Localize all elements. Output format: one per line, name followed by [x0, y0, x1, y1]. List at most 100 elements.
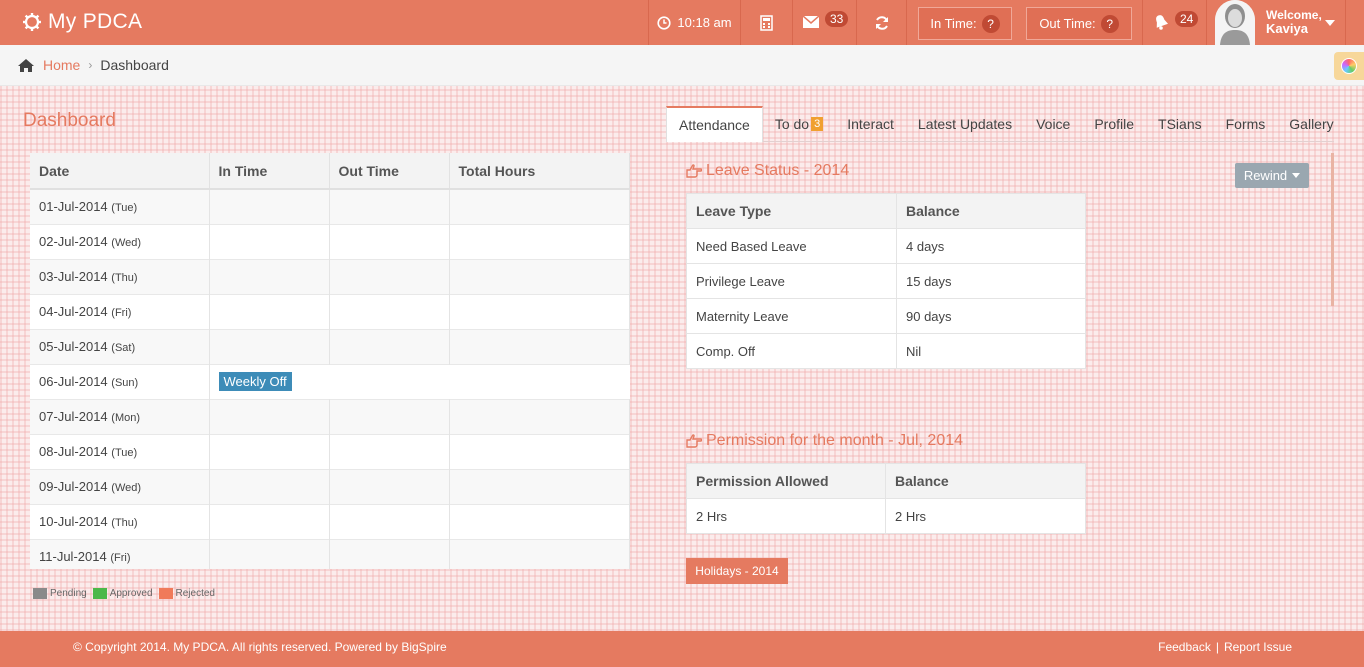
legend-swatch-rejected	[158, 588, 173, 599]
refresh-icon	[875, 15, 888, 30]
clock-time: 10:18 am	[677, 15, 732, 30]
holidays-button[interactable]: Holidays - 2014	[686, 558, 788, 584]
date-value: 05-Jul-2014	[39, 339, 108, 354]
in-time-cell	[209, 293, 330, 329]
weekly-off-label: Weekly Off	[218, 372, 292, 391]
tab-interact[interactable]: Interact	[835, 106, 906, 142]
notifications-button[interactable]: 24	[1142, 0, 1206, 45]
legend-label-pending: Pending	[50, 588, 87, 599]
out-time-cell	[329, 538, 450, 569]
brand-name: My PDCA	[48, 10, 143, 33]
total-hours-cell	[449, 433, 630, 469]
feedback-link[interactable]: Feedback	[1158, 640, 1211, 654]
leave-status-table: Leave Type Balance Need Based Leave 4 da…	[686, 193, 1086, 369]
date-value: 03-Jul-2014	[39, 269, 108, 284]
out-time-cell	[329, 433, 450, 469]
breadcrumb-home-link[interactable]: Home	[43, 57, 80, 73]
balance-cell: 4 days	[896, 228, 1086, 264]
tab-attendance[interactable]: Attendance	[666, 106, 763, 142]
rewind-dropdown-button[interactable]: Rewind	[1235, 163, 1309, 188]
table-row: Privilege Leave 15 days	[686, 263, 1086, 299]
leave-type-cell: Maternity Leave	[686, 298, 897, 334]
balance-cell: 2 Hrs	[885, 498, 1086, 534]
date-value: 04-Jul-2014	[39, 304, 108, 319]
in-time-cell	[209, 503, 330, 539]
out-time-button[interactable]: Out Time: ?	[1026, 7, 1132, 40]
in-time-button[interactable]: In Time: ?	[918, 7, 1012, 40]
in-time-cell	[209, 258, 330, 294]
permission-title: Permission for the month - Jul, 2014	[686, 432, 963, 450]
total-hours-cell	[449, 328, 630, 364]
table-row: 06-Jul-2014 (Sun) Weekly Off	[30, 363, 630, 399]
attendance-table-container[interactable]: Date In Time Out Time Total Hours 01-Jul…	[30, 153, 630, 569]
table-row: 08-Jul-2014 (Tue)	[30, 433, 630, 469]
leave-type-cell: Need Based Leave	[686, 228, 897, 264]
date-cell: 03-Jul-2014 (Thu)	[30, 258, 210, 294]
tab-voice[interactable]: Voice	[1024, 106, 1082, 142]
date-cell: 01-Jul-2014 (Tue)	[30, 188, 210, 224]
tab-label: Interact	[847, 116, 894, 132]
legend-label-approved: Approved	[109, 588, 153, 599]
out-time-cell	[329, 398, 450, 434]
report-issue-link[interactable]: Report Issue	[1224, 640, 1292, 654]
theme-switcher-button[interactable]	[1334, 52, 1364, 80]
tab-label: Gallery	[1289, 116, 1334, 132]
chevron-down-icon	[1292, 173, 1301, 178]
messages-button[interactable]: 33	[792, 0, 856, 45]
day-value: (Fri)	[110, 552, 131, 565]
breadcrumb: Home › Dashboard	[0, 45, 1364, 86]
chevron-down-icon	[1325, 20, 1335, 26]
total-hours-cell	[449, 398, 630, 434]
total-hours-cell	[449, 503, 630, 539]
table-row: Comp. Off Nil	[686, 333, 1086, 369]
out-time-cell	[329, 468, 450, 504]
tab-latest-updates[interactable]: Latest Updates	[906, 106, 1024, 142]
legend-swatch-pending	[33, 588, 47, 599]
user-name: Kaviya	[1266, 21, 1308, 36]
user-menu[interactable]: Welcome, Kaviya	[1206, 0, 1346, 45]
tab-forms[interactable]: Forms	[1214, 106, 1278, 142]
total-hours-cell	[449, 293, 630, 329]
brand[interactable]: My PDCA	[22, 10, 142, 34]
panel-scrollbar[interactable]	[1331, 153, 1334, 306]
tab-tsians[interactable]: TSians	[1146, 106, 1214, 142]
out-time-cell	[329, 258, 450, 294]
leave-status-title: Leave Status - 2014	[686, 162, 849, 180]
day-value: (Wed)	[111, 482, 142, 494]
out-time-cell	[329, 503, 450, 539]
home-icon[interactable]	[17, 58, 35, 73]
date-cell: 04-Jul-2014 (Fri)	[30, 293, 210, 329]
tab-todo[interactable]: To do 3	[763, 106, 835, 142]
day-value: (Thu)	[111, 272, 138, 284]
refresh-button[interactable]	[856, 0, 906, 45]
in-time-cell	[209, 223, 330, 259]
date-value: 08-Jul-2014	[39, 444, 108, 459]
out-time-value: ?	[1100, 14, 1119, 33]
balance-cell: 90 days	[896, 298, 1086, 334]
balance-cell: 15 days	[896, 263, 1086, 299]
page-title: Dashboard	[23, 110, 116, 131]
tab-label: Profile	[1094, 116, 1135, 132]
date-cell: 10-Jul-2014 (Thu)	[30, 503, 210, 539]
tab-gallery[interactable]: Gallery	[1277, 106, 1345, 142]
date-cell: 09-Jul-2014 (Wed)	[30, 468, 210, 504]
footer-links: Feedback | Report Issue	[1158, 640, 1292, 654]
out-time-label: Out Time:	[1039, 16, 1096, 31]
in-time-label: In Time:	[930, 16, 977, 31]
column-header-leave-type: Leave Type	[686, 193, 897, 229]
date-value: 01-Jul-2014	[39, 199, 108, 215]
permission-title-text: Permission for the month - Jul, 2014	[706, 432, 964, 449]
out-time-cell	[329, 293, 450, 329]
todo-count-badge: 3	[811, 117, 824, 131]
tab-profile[interactable]: Profile	[1082, 106, 1146, 142]
copyright-text: © Copyright 2014. My PDCA. All rights re…	[73, 640, 447, 654]
in-time-cell	[209, 328, 330, 364]
chevron-right-icon: ›	[88, 58, 93, 72]
table-row: Maternity Leave 90 days	[686, 298, 1086, 334]
breadcrumb-current: Dashboard	[100, 57, 169, 73]
calculator-button[interactable]	[740, 0, 792, 45]
date-value: 11-Jul-2014	[39, 549, 107, 565]
date-cell: 06-Jul-2014 (Sun)	[30, 363, 210, 399]
table-row: 11-Jul-2014 (Fri)	[30, 538, 630, 569]
date-value: 02-Jul-2014	[39, 234, 108, 249]
